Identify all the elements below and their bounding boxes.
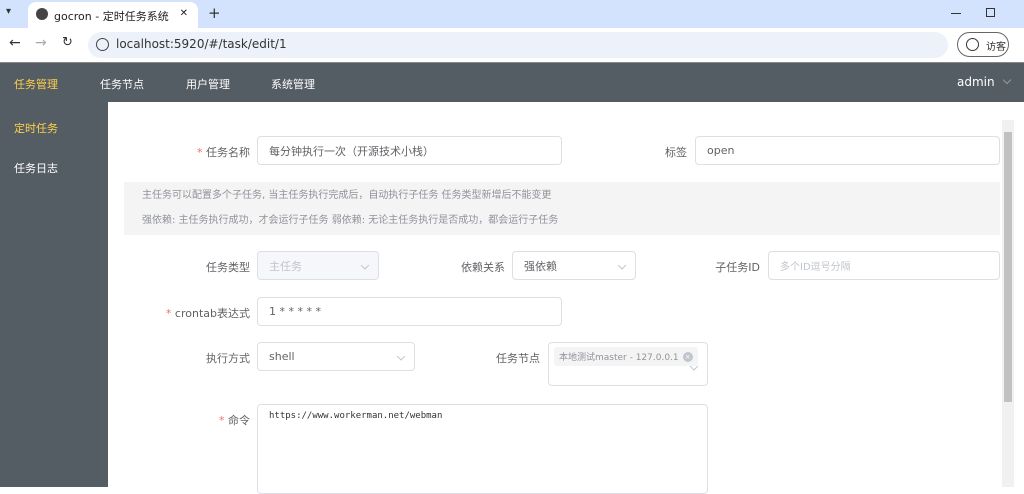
task-node-select[interactable]: 本地测试master - 127.0.0.1 × — [548, 342, 708, 386]
nav-task-management[interactable]: 任务管理 — [14, 76, 58, 92]
info-alert: 主任务可以配置多个子任务, 当主任务执行完成后，自动执行子任务 任务类型新增后不… — [124, 182, 1000, 235]
child-task-input[interactable]: 多个ID逗号分隔 — [768, 251, 1000, 280]
address-bar[interactable]: localhost:5920/#/task/edit/1 — [88, 32, 948, 58]
url-text: localhost:5920/#/task/edit/1 — [116, 37, 287, 51]
chevron-down-icon — [617, 260, 627, 270]
back-icon[interactable]: ← — [9, 35, 21, 51]
top-navbar: 任务管理 任务节点 用户管理 系统管理 admin — [0, 62, 1024, 102]
globe-icon — [36, 8, 48, 20]
info-line-1: 主任务可以配置多个子任务, 当主任务执行完成后，自动执行子任务 任务类型新增后不… — [142, 190, 552, 201]
exec-mode-select[interactable]: shell — [257, 342, 415, 371]
crontab-input[interactable]: 1 * * * * * — [257, 297, 562, 326]
scrollbar[interactable] — [1002, 120, 1014, 487]
forward-icon[interactable]: → — [35, 35, 47, 51]
close-tab-icon[interactable]: ✕ — [180, 8, 188, 19]
browser-tabbar: ▾ gocron - 定时任务系统 ✕ + — [0, 0, 1024, 28]
child-task-label: 子任务ID — [715, 261, 760, 274]
exec-mode-label: 执行方式 — [206, 352, 250, 365]
task-name-label: * 任务名称 — [197, 146, 250, 159]
crontab-label: * crontab表达式 — [165, 307, 250, 320]
reload-icon[interactable]: ↻ — [62, 35, 73, 50]
tag-input[interactable]: open — [695, 136, 1000, 165]
chevron-down-icon[interactable] — [1002, 75, 1012, 85]
tab-title: gocron - 定时任务系统 — [54, 10, 169, 23]
new-tab-button[interactable]: + — [208, 4, 221, 22]
nav-system-management[interactable]: 系统管理 — [271, 76, 315, 92]
scrollbar-thumb[interactable] — [1004, 132, 1012, 402]
chevron-down-icon — [396, 351, 406, 361]
task-node-label: 任务节点 — [496, 352, 540, 365]
minimize-icon[interactable] — [951, 13, 961, 14]
info-line-2: 强依赖: 主任务执行成功，才会运行子任务 弱依赖: 无论主任务执行是否成功，都会… — [142, 215, 559, 226]
chevron-down-icon — [360, 260, 370, 270]
tab-list-button[interactable]: ▾ — [6, 6, 11, 17]
nav-user-management[interactable]: 用户管理 — [186, 76, 230, 92]
browser-toolbar: ← → ↻ localhost:5920/#/task/edit/1 访客 — [0, 28, 1024, 62]
sidebar-item-scheduled-tasks[interactable]: 定时任务 — [14, 120, 58, 136]
command-textarea[interactable]: https://www.workerman.net/webman — [257, 404, 708, 494]
dependency-select[interactable]: 强依赖 — [512, 251, 636, 280]
sidebar-item-task-logs[interactable]: 任务日志 — [14, 160, 58, 176]
task-type-select: 主任务 — [257, 251, 379, 280]
profile-button[interactable]: 访客 — [957, 32, 1009, 57]
tag-label: 标签 — [665, 146, 687, 159]
browser-tab[interactable]: gocron - 定时任务系统 ✕ — [28, 2, 198, 28]
task-type-label: 任务类型 — [206, 261, 250, 274]
dependency-label: 依赖关系 — [461, 261, 505, 274]
profile-label: 访客 — [986, 42, 1006, 53]
close-tag-icon[interactable]: × — [682, 351, 693, 362]
node-tag: 本地测试master - 127.0.0.1 × — [554, 347, 698, 366]
sidebar: 定时任务 任务日志 — [0, 102, 108, 487]
nav-task-nodes[interactable]: 任务节点 — [100, 76, 144, 92]
info-icon — [96, 38, 109, 51]
task-name-input[interactable]: 每分钟执行一次（开源技术小栈） — [257, 136, 562, 165]
profile-icon — [966, 38, 979, 51]
user-menu[interactable]: admin — [957, 75, 995, 89]
command-label: * 命令 — [219, 414, 250, 427]
maximize-icon[interactable] — [986, 8, 995, 17]
